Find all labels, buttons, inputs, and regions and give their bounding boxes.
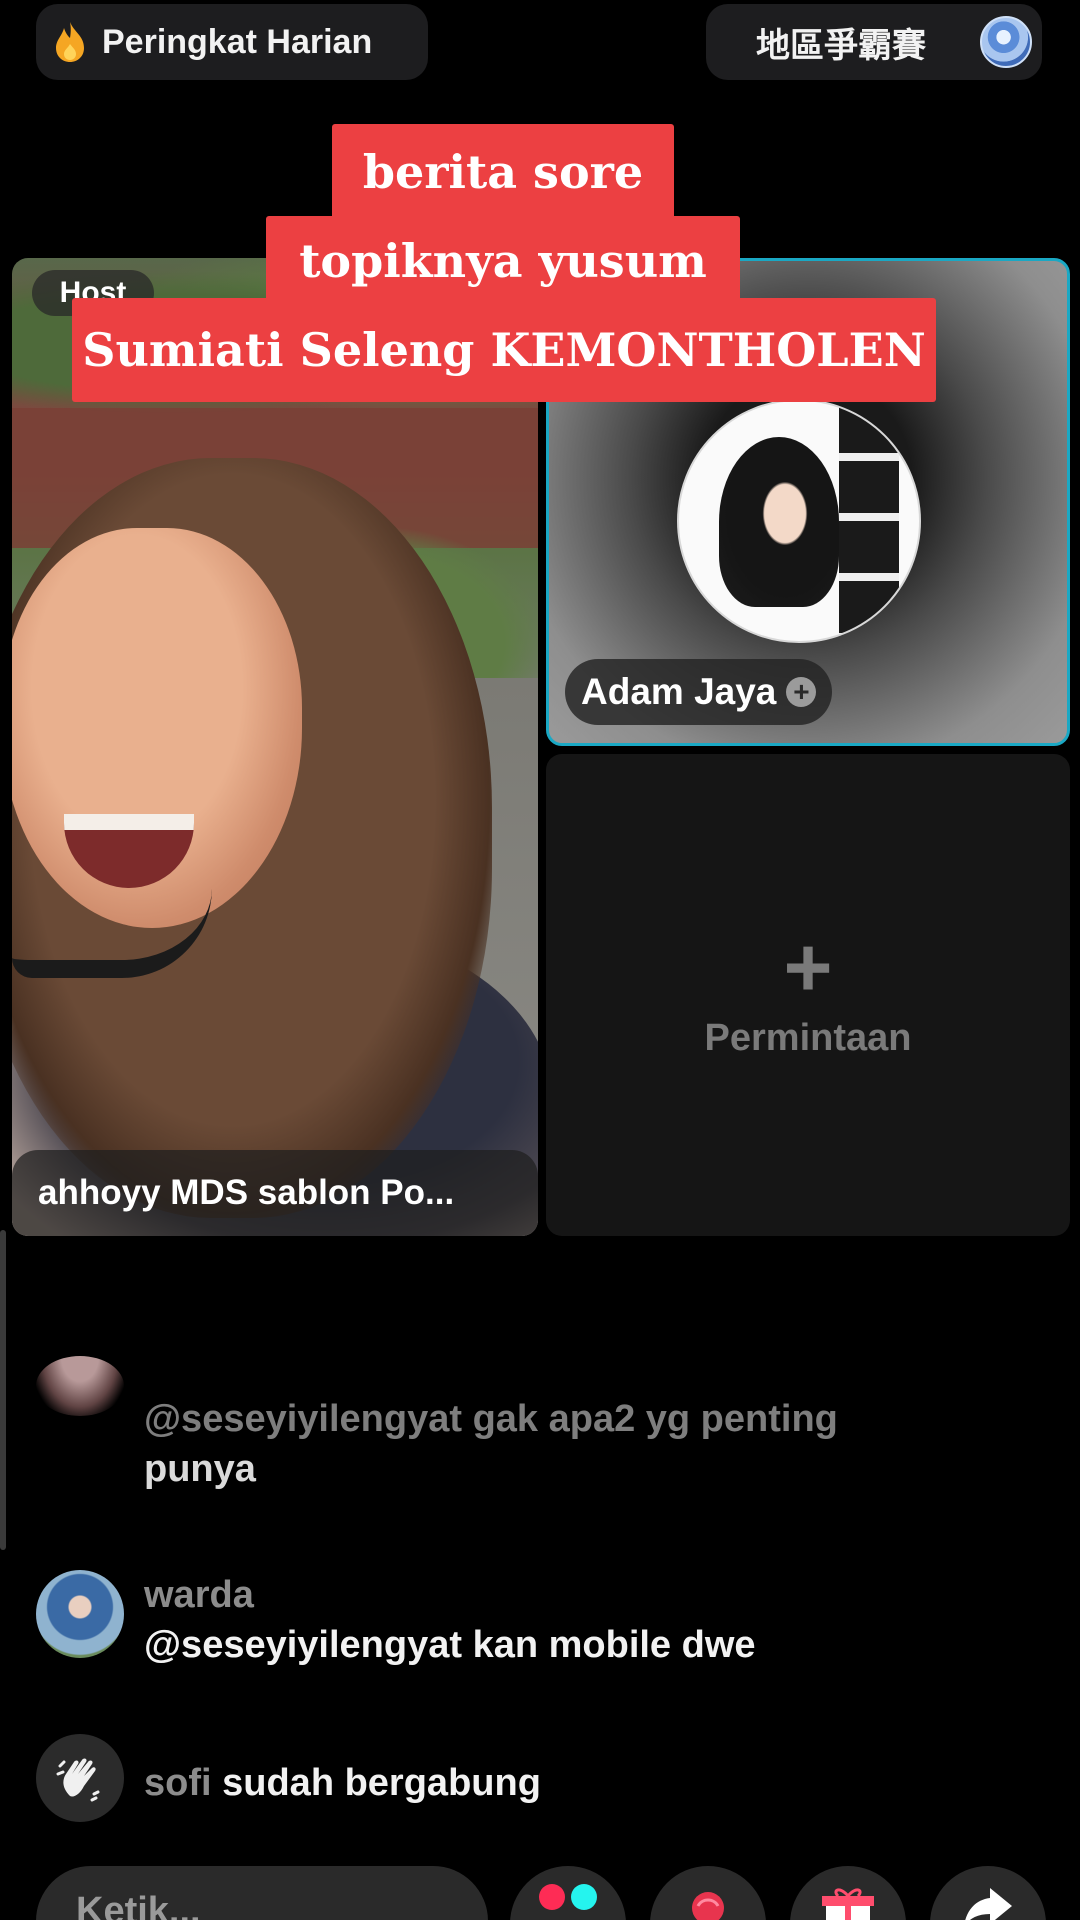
guest-name-label: Adam Jaya <box>581 671 777 712</box>
request-label: Permintaan <box>704 1016 912 1059</box>
gift-button[interactable] <box>790 1866 906 1920</box>
flame-icon <box>56 22 84 62</box>
multi-guest-button[interactable] <box>510 1866 626 1920</box>
add-icon: + <box>783 919 833 1014</box>
rose-gift-icon <box>692 1892 724 1920</box>
join-text: sudah bergabung <box>222 1762 541 1804</box>
username[interactable]: warda <box>144 1570 756 1620</box>
regional-contest-label: 地區爭霸賽 <box>756 26 926 65</box>
request-slot[interactable]: + Permintaan <box>546 754 1070 1236</box>
gift-icon <box>822 1888 874 1920</box>
regional-contest-pill[interactable]: 地區爭霸賽 <box>706 4 1042 80</box>
message-text: @seseyiyilengyat gak apa2 yg penting <box>144 1398 838 1440</box>
daily-ranking-label: Peringkat Harian <box>102 22 373 61</box>
guest-name-pill[interactable]: Adam Jaya + <box>565 659 833 725</box>
guest-avatar <box>677 399 921 643</box>
message-text: @seseyiyilengyat kan mobile dwe <box>144 1624 756 1666</box>
daily-ranking-pill[interactable]: Peringkat Harian <box>36 4 428 80</box>
share-button[interactable] <box>930 1866 1046 1920</box>
title-banner-1: berita sore <box>332 124 674 220</box>
multi-guest-icon <box>539 1884 597 1910</box>
scroll-indicator[interactable] <box>0 1230 6 1550</box>
user-avatar[interactable] <box>36 1356 124 1416</box>
host-name-label[interactable]: ahhoyy MDS sablon Po... <box>12 1150 538 1236</box>
user-avatar[interactable] <box>36 1570 124 1658</box>
region-badge-icon <box>980 16 1032 68</box>
rose-gift-button[interactable] <box>650 1866 766 1920</box>
wave-hand-icon <box>36 1734 124 1822</box>
username[interactable]: sofi <box>144 1762 212 1804</box>
share-icon <box>965 1888 1012 1920</box>
follow-plus-icon[interactable]: + <box>786 676 817 707</box>
title-banner-2: topiknya yusum <box>266 216 740 306</box>
message-text-continued: punya <box>144 1448 256 1490</box>
comment-input[interactable]: Ketik... <box>36 1866 488 1920</box>
host-video-tile[interactable] <box>12 258 538 1236</box>
title-banner-3: Sumiati Seleng KEMONTHOLEN <box>72 298 936 402</box>
